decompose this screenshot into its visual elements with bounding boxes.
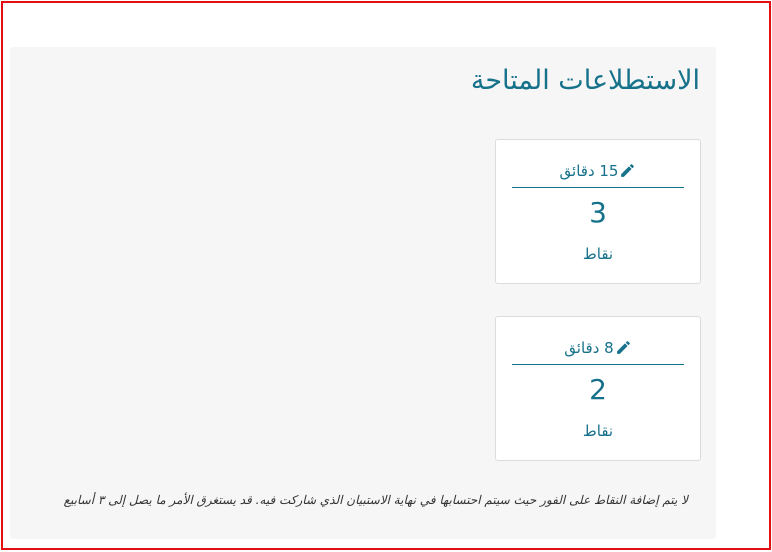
duration-label: 8 دقائق <box>564 338 614 357</box>
survey-card[interactable]: 15 دقائق 3 نقاط <box>495 139 701 284</box>
page-title: الاستطلاعات المتاحة <box>470 65 700 96</box>
duration-label: 15 دقائق <box>559 161 619 180</box>
surveys-panel: الاستطلاعات المتاحة 15 دقائق 3 نقاط 8 دق… <box>10 47 716 539</box>
points-value: 2 <box>589 373 607 406</box>
survey-duration: 15 دقائق <box>512 154 684 188</box>
points-label: نقاط <box>582 422 614 440</box>
survey-card[interactable]: 8 دقائق 2 نقاط <box>495 316 701 461</box>
survey-duration: 8 دقائق <box>512 331 684 365</box>
points-value: 3 <box>589 196 607 229</box>
pencil-icon <box>616 341 630 354</box>
points-note: لا يتم إضافة النقاط على الفور حيث سيتم ا… <box>63 493 688 507</box>
points-label: نقاط <box>582 245 614 263</box>
pencil-icon <box>621 164 635 177</box>
